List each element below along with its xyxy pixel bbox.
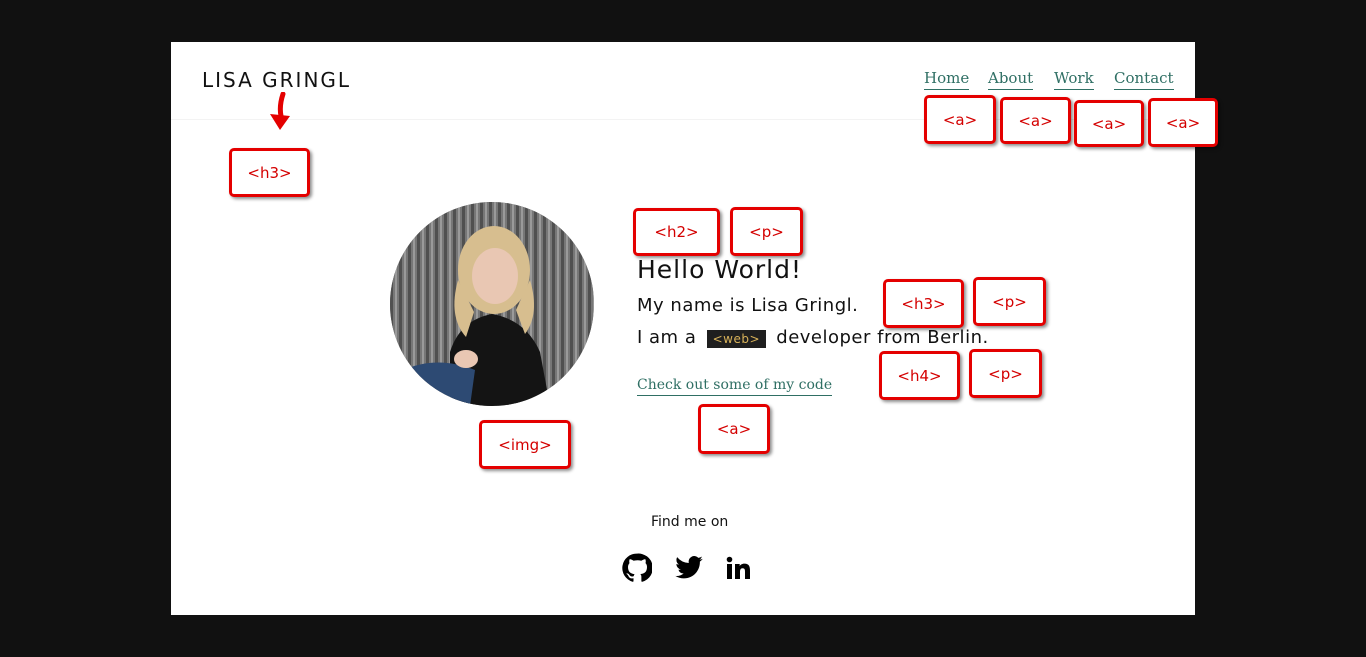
annotation-tag-a: <a>	[1000, 97, 1071, 144]
role-prefix: I am a	[637, 327, 697, 348]
site-logo: LISA GRINGL	[202, 68, 352, 92]
annotation-tag-h3: <h3>	[883, 279, 964, 328]
annotation-tag-p: <p>	[969, 349, 1042, 398]
nav-work-link[interactable]: Work	[1054, 69, 1094, 90]
annotation-tag-a: <a>	[924, 95, 996, 144]
annotation-tag-a: <a>	[1074, 100, 1144, 147]
annotation-tag-h3: <h3>	[229, 148, 310, 197]
nav-home-link[interactable]: Home	[924, 69, 970, 90]
linkedin-icon[interactable]	[722, 552, 754, 584]
role-suffix: developer from Berlin.	[776, 327, 989, 348]
annotation-tag-p: <p>	[973, 277, 1046, 326]
github-icon[interactable]	[621, 552, 653, 584]
annotation-tag-a: <a>	[1148, 98, 1218, 147]
nav-about-link[interactable]: About	[988, 69, 1034, 90]
hero-role: I am a <web> developer from Berlin.	[637, 327, 989, 348]
annotation-tag-h4: <h4>	[879, 351, 960, 400]
annotation-tag-a: <a>	[698, 404, 770, 454]
profile-photo	[390, 202, 594, 406]
annotation-arrow-icon	[270, 92, 290, 130]
find-me-label: Find me on	[651, 514, 729, 530]
annotation-tag-p: <p>	[730, 207, 803, 256]
hero-intro: My name is Lisa Gringl.	[637, 295, 859, 316]
twitter-icon[interactable]	[673, 552, 705, 584]
nav-contact-link[interactable]: Contact	[1114, 69, 1174, 90]
annotation-tag-h2: <h2>	[633, 208, 720, 256]
code-badge: <web>	[706, 330, 767, 348]
annotation-tag-img: <img>	[479, 420, 571, 469]
code-link[interactable]: Check out some of my code	[637, 377, 833, 396]
hero-title: Hello World!	[637, 255, 802, 284]
